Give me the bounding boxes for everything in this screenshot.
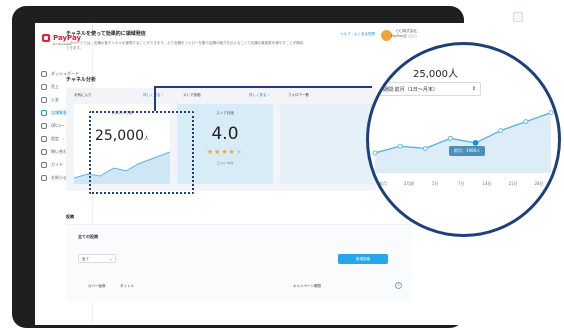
intro-title: チャネルを使って効果的に領域発信 — [66, 31, 146, 37]
sidebar-item-label: 設定 — [51, 135, 59, 141]
chart-point[interactable] — [422, 145, 428, 151]
posts-subtitle: 全ての投稿 — [78, 234, 98, 239]
x-tick-label: 7日 — [458, 181, 465, 186]
help-icon[interactable]: ? — [395, 282, 402, 289]
favorites-heading: お気に入り — [74, 93, 92, 97]
sales-icon — [41, 83, 47, 90]
posts-filter-select[interactable]: 全て ⌄ — [78, 254, 116, 263]
store-rating-heading: ストア評価 — [183, 93, 201, 97]
posts-table-header: カバー画像 タイトル キャンペーン期間 ? — [78, 282, 408, 292]
chart-point-highlighted[interactable] — [472, 139, 479, 146]
followers-card[interactable] — [280, 104, 376, 184]
chevron-down-icon: ⌄ — [62, 136, 66, 141]
sidebar-item-label: 店舗集客 — [51, 109, 67, 115]
news-icon — [41, 174, 47, 181]
posts-panel: 全ての投稿 全て ⌄ 新規投稿 カバー画像 タイトル キャンペーン期間 ? — [66, 224, 411, 302]
star-icon-empty: ★ — [235, 148, 244, 156]
zoom-magnifier: 25,000人 期間:前月（1日〜月末） ⇕ 前月 2月前 1日 7日 14日 21日 28日… — [366, 42, 561, 237]
chart-point[interactable] — [447, 135, 453, 141]
x-tick-label: 2月前 — [404, 180, 415, 186]
x-tick-label: 14日 — [482, 181, 491, 186]
followers-heading: フォロワー数 — [288, 93, 309, 97]
chart-point[interactable] — [498, 128, 504, 134]
marketing-illustration: PayPay for Business ダッシュボード ⌄ 売上 入金 店舗集客 … — [0, 0, 564, 329]
chart-point[interactable] — [548, 110, 554, 116]
x-tick-label: 28日 — [534, 181, 543, 186]
gear-icon — [41, 135, 47, 142]
sidebar-item-label: ガイド — [51, 161, 63, 167]
focus-highlight — [89, 111, 194, 194]
column-campaign-period: キャンペーン期間 — [293, 284, 321, 288]
x-tick-label: 1日 — [432, 181, 439, 186]
favorites-trend-chart: 前月 2月前 1日 7日 14日 21日 28日 — [372, 110, 554, 186]
magnified-favorites-value: 25,000人 — [413, 69, 458, 80]
channel-thumbnail — [513, 12, 523, 22]
star-icons-filled: ★★★★ — [206, 148, 236, 156]
period-select[interactable]: 期間:前月（1日〜月末） ⇕ — [377, 82, 481, 96]
new-post-button[interactable]: 新規投稿 — [338, 254, 388, 264]
paypay-logo-icon — [42, 34, 50, 42]
channel-analysis-title: チャネル分析 — [66, 77, 96, 83]
posts-filter-value: 全て — [82, 257, 89, 261]
store-icon — [41, 109, 47, 116]
chart-point[interactable] — [397, 143, 403, 149]
period-select-value: 期間:前月（1日〜月末） — [383, 87, 438, 93]
chart-tooltip: 前月：1980人 — [449, 146, 486, 156]
x-tick-label: 21日 — [508, 181, 517, 186]
column-title: タイトル — [120, 284, 134, 288]
chevron-down-icon: ⌄ — [109, 257, 112, 261]
store-rating-detail-link[interactable]: 詳しく見る › — [249, 93, 269, 98]
x-tick-label: 前月 — [379, 180, 387, 186]
dashboard-icon — [41, 70, 47, 77]
favorites-detail-link[interactable]: 詳しく見る › — [143, 93, 163, 98]
chart-point[interactable] — [523, 119, 529, 125]
column-cover-image: カバー画像 — [88, 284, 106, 288]
guide-icon — [41, 161, 47, 168]
qr-code-icon — [41, 122, 47, 129]
posts-title: 投稿 — [66, 214, 74, 219]
chart-point[interactable] — [372, 150, 378, 156]
sidebar-item-label: 入金 — [51, 96, 59, 102]
intro-description: このページでは、店舗の各チャネルを管理することができます。より店舗をフォローを集… — [66, 41, 304, 50]
analysis-header-row: お気に入り 詳しく見る › ストア評価 詳しく見る › フォロワー数 — [74, 93, 374, 101]
deposit-icon — [41, 96, 47, 103]
intro-section: チャネルを使って効果的に領域発信 このページでは、店舗の各チャネルを管理すること… — [66, 30, 426, 51]
sidebar-item-label: 売上 — [51, 83, 59, 89]
sort-icon: ⇕ — [471, 86, 476, 92]
contact-icon — [41, 148, 47, 155]
sidebar-item-label: お知らせ — [51, 174, 67, 180]
